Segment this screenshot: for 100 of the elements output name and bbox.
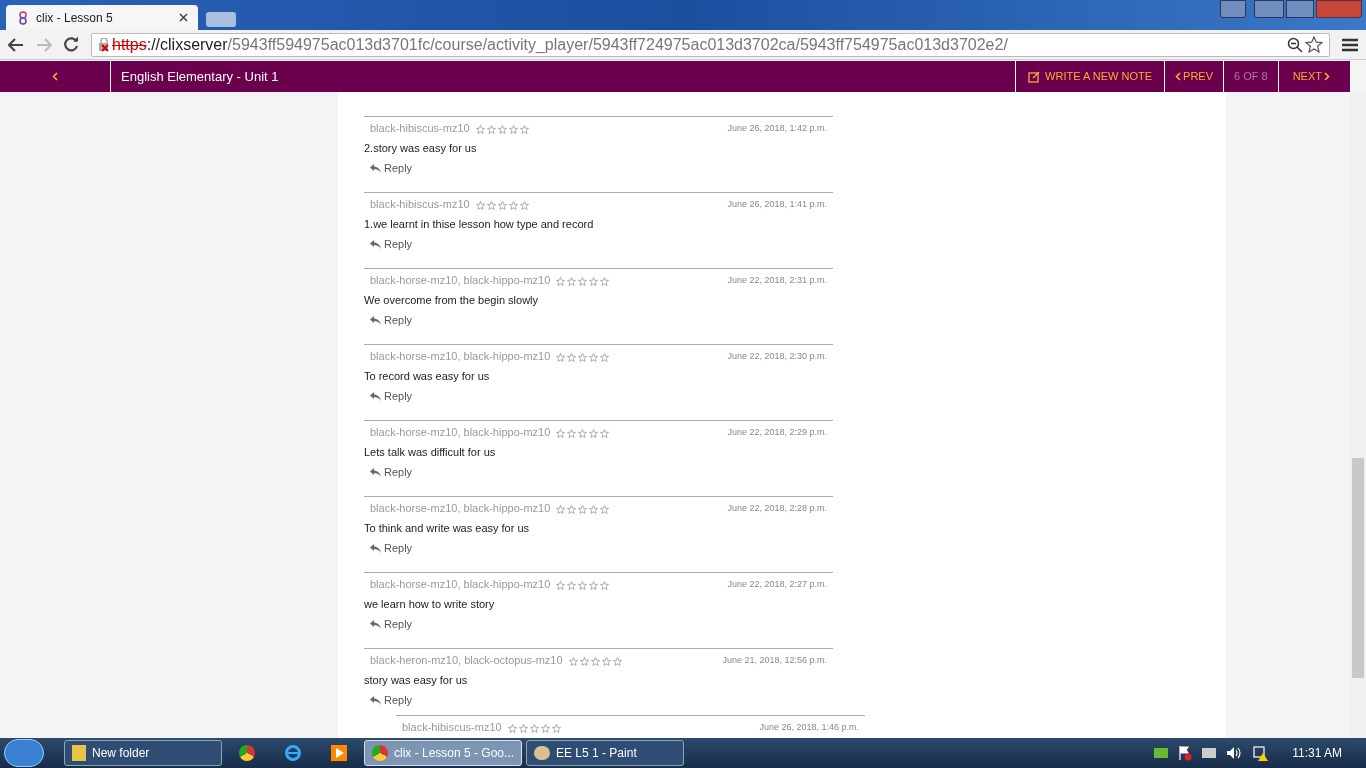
reply-link[interactable]: Reply (370, 160, 413, 177)
reply-arrow-icon (370, 239, 381, 249)
star-icon (600, 505, 610, 514)
star-rating[interactable] (507, 724, 561, 733)
star-rating[interactable] (556, 505, 610, 514)
chevron-left-icon (1175, 72, 1182, 81)
chevron-left-icon (52, 72, 58, 81)
star-icon (497, 201, 507, 210)
star-icon (567, 277, 577, 286)
star-icon (551, 724, 561, 733)
star-icon (486, 125, 496, 134)
star-icon (507, 724, 517, 733)
comment-author: black-horse-mz10, black-hippo-mz10 (370, 501, 551, 516)
star-icon (578, 581, 588, 590)
minimize-button[interactable] (1254, 0, 1284, 18)
comment-text: 1.we learnt in thise lesson how type and record (364, 216, 595, 232)
star-rating[interactable] (556, 581, 610, 590)
star-rating[interactable] (556, 277, 610, 286)
star-rating[interactable] (475, 201, 529, 210)
comment-author: black-horse-mz10, black-hippo-mz10 (370, 577, 551, 592)
flag-icon[interactable] (1178, 745, 1193, 761)
star-icon (556, 277, 566, 286)
taskbar-button[interactable]: New folder (64, 740, 222, 766)
star-icon (567, 429, 577, 438)
comment-text: we learn how to write story (364, 596, 496, 612)
star-icon (556, 505, 566, 514)
star-icon (475, 125, 485, 134)
star-rating[interactable] (568, 657, 622, 666)
reply-arrow-icon (370, 619, 381, 629)
star-icon (590, 657, 600, 666)
star-icon (486, 201, 496, 210)
logo-icon (16, 10, 30, 25)
star-rating[interactable] (475, 125, 529, 134)
reply-link[interactable]: Reply (370, 692, 413, 709)
star-icon (612, 657, 622, 666)
star-icon (578, 505, 588, 514)
star-icon (567, 353, 577, 362)
url-host: ://clixserver (146, 34, 228, 55)
reply-arrow-icon (370, 695, 381, 705)
star-icon (508, 201, 518, 210)
reply-link[interactable]: Reply (370, 236, 413, 253)
address-bar[interactable]: https://clixserver/5943ff594975ac013d3701fc/course/activity_player/5943ff724975ac013d3702ca/5943ff754975ac013d3702e2/ (91, 32, 1330, 57)
comment-author: black-hibiscus-mz10 (370, 121, 470, 136)
comment-text: story was easy for us (364, 672, 469, 688)
comment-date: June 22, 2018, 2:30 p.m. (727, 350, 827, 363)
reply-arrow-icon (370, 391, 381, 401)
app-tray-icon[interactable] (1154, 748, 1169, 758)
volume-icon[interactable] (1226, 746, 1243, 760)
start-button[interactable] (4, 739, 44, 767)
reply-link[interactable]: Reply (370, 616, 413, 633)
star-icon (578, 429, 588, 438)
comment-date: June 22, 2018, 2:28 p.m. (727, 502, 827, 515)
comment-author: black-hibiscus-mz10 (370, 197, 470, 212)
profile-button[interactable] (1220, 0, 1246, 18)
back-icon[interactable] (8, 37, 24, 52)
bookmark-star-icon[interactable] (1305, 36, 1323, 53)
maximize-button[interactable] (1286, 0, 1314, 18)
star-icon (589, 581, 599, 590)
reply-link[interactable]: Reply (370, 540, 413, 557)
reply-link[interactable]: Reply (370, 388, 413, 405)
scrollbar[interactable] (1350, 92, 1366, 738)
insecure-lock-icon (98, 37, 110, 52)
star-rating[interactable] (556, 429, 610, 438)
comment-date: June 26, 2018, 1:41 p.m. (727, 198, 827, 211)
browser-tab[interactable]: clix - Lesson 5 (6, 5, 198, 30)
reload-icon[interactable] (64, 37, 79, 52)
star-icon (567, 581, 577, 590)
browser-e-icon (284, 744, 302, 762)
close-button[interactable] (1316, 0, 1362, 18)
network-warning-icon[interactable] (1252, 745, 1269, 761)
reply-arrow-icon (370, 163, 381, 173)
comment-date: June 22, 2018, 2:27 p.m. (727, 578, 827, 591)
star-icon (600, 353, 610, 362)
comment-author: black-hibiscus-mz10 (402, 720, 502, 735)
clock[interactable]: 11:31 AM (1292, 744, 1342, 762)
comment-date: June 22, 2018, 2:29 p.m. (727, 426, 827, 439)
reply-link[interactable]: Reply (370, 464, 413, 481)
comment-text: We overcome from the begin slowly (364, 292, 540, 308)
star-icon (519, 125, 529, 134)
zoom-icon[interactable] (1287, 36, 1303, 53)
edit-icon (1028, 70, 1042, 83)
taskbar-button[interactable]: EE L5 1 - Paint (526, 740, 684, 766)
menu-icon[interactable] (1342, 37, 1358, 52)
reply-link[interactable]: Reply (370, 312, 413, 329)
star-icon (475, 201, 485, 210)
reply-arrow-icon (370, 543, 381, 553)
star-icon (518, 724, 528, 733)
course-title: English Elementary - Unit 1 (120, 67, 280, 86)
star-icon (519, 201, 529, 210)
star-icon (600, 277, 610, 286)
page-position: 6 OF 8 (1224, 61, 1279, 92)
url-path: /5943ff594975ac013d3701fc/course/activity_player/5943ff724975ac013d3702ca/5943ff754975ac013d3702e2/ (227, 34, 1009, 55)
comment-date: June 21, 2018, 12:56 p.m. (722, 654, 827, 667)
star-icon (497, 125, 507, 134)
star-icon (540, 724, 550, 733)
close-icon[interactable] (179, 13, 188, 22)
url-scheme: https (112, 34, 147, 55)
comment-author: black-heron-mz10, black-octopus-mz10 (370, 653, 563, 668)
next-button[interactable]: NEXT (1278, 61, 1350, 92)
star-rating[interactable] (556, 353, 610, 362)
